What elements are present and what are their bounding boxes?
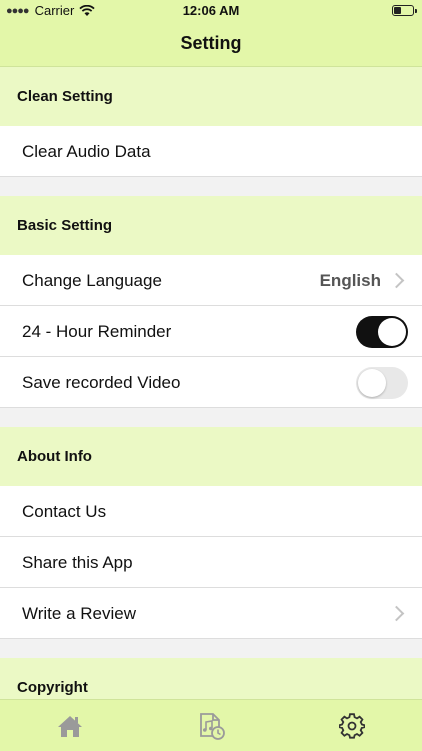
tab-recordings[interactable] xyxy=(181,704,241,748)
chevron-right-icon xyxy=(388,272,405,289)
tab-bar xyxy=(0,699,422,751)
section-gap xyxy=(0,639,422,658)
change-language-label: Change Language xyxy=(22,270,162,290)
write-review-row[interactable]: Write a Review xyxy=(0,588,422,639)
section-header-basic: Basic Setting xyxy=(0,196,422,255)
change-language-row[interactable]: Change Language English xyxy=(0,255,422,306)
contact-us-label: Contact Us xyxy=(22,501,107,521)
save-video-label: Save recorded Video xyxy=(22,372,181,392)
save-video-row: Save recorded Video xyxy=(0,357,422,408)
share-app-label: Share this App xyxy=(22,552,133,572)
clear-audio-data-row[interactable]: Clear Audio Data xyxy=(0,126,422,177)
settings-list[interactable]: Clean Setting Clear Audio Data Basic Set… xyxy=(0,67,422,699)
section-gap xyxy=(0,177,422,196)
navigation-bar: ●●●● Carrier 12:06 AM Setting xyxy=(0,0,422,67)
chevron-right-icon xyxy=(388,605,405,622)
gear-icon xyxy=(338,712,365,739)
section-gap xyxy=(0,408,422,427)
section-header-about: About Info xyxy=(0,427,422,486)
tab-settings[interactable] xyxy=(322,704,382,748)
language-value: English xyxy=(319,270,381,290)
tab-home[interactable] xyxy=(40,704,100,748)
section-header-clean: Clean Setting xyxy=(0,67,422,126)
section-header-copyright: Copyright xyxy=(0,658,422,699)
audio-file-icon xyxy=(200,712,225,740)
save-video-toggle[interactable] xyxy=(356,366,408,399)
page-title: Setting xyxy=(180,33,242,53)
write-review-label: Write a Review xyxy=(22,603,136,623)
reminder-label: 24 - Hour Reminder xyxy=(22,321,172,341)
status-time: 12:06 AM xyxy=(182,3,240,18)
reminder-toggle[interactable] xyxy=(356,315,408,348)
status-bar: ●●●● Carrier 12:06 AM xyxy=(0,0,422,22)
clear-audio-data-label: Clear Audio Data xyxy=(22,141,151,161)
battery-icon xyxy=(392,5,417,16)
contact-us-row[interactable]: Contact Us xyxy=(0,486,422,537)
share-app-row[interactable]: Share this App xyxy=(0,537,422,588)
home-icon xyxy=(58,715,83,737)
reminder-row: 24 - Hour Reminder xyxy=(0,306,422,357)
